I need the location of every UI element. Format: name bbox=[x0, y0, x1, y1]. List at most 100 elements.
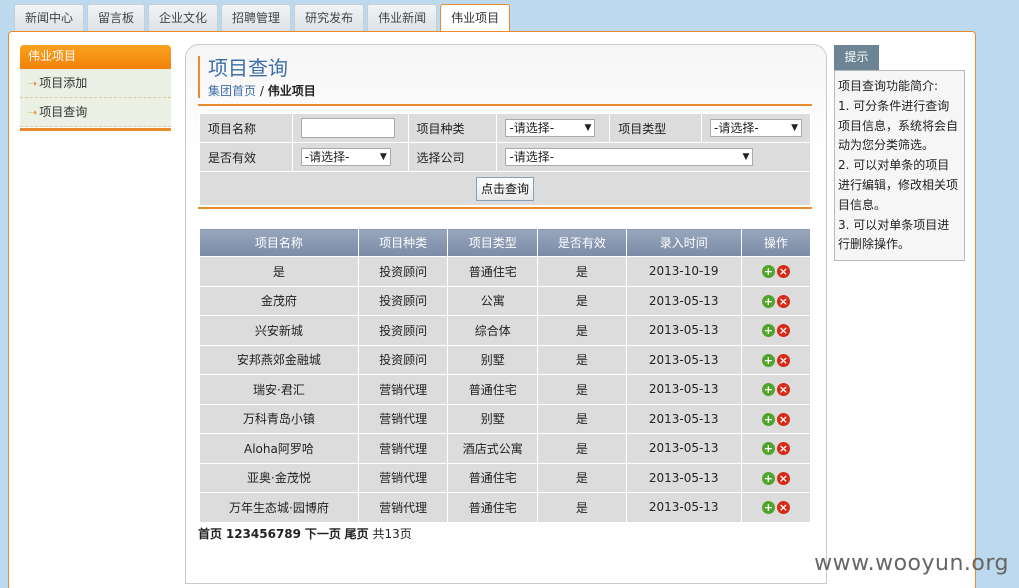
sidebar-item-label: 项目查询 bbox=[39, 105, 88, 119]
table-cell: 别墅 bbox=[447, 403, 539, 434]
edit-add-icon[interactable]: + bbox=[761, 412, 775, 426]
table-cell: 投资顾问 bbox=[357, 315, 449, 346]
table-cell: 普通住宅 bbox=[447, 374, 539, 405]
row-actions: + × bbox=[740, 433, 812, 464]
is-valid-select[interactable]: -请选择- ▼ bbox=[300, 148, 391, 166]
row-actions: + × bbox=[740, 403, 812, 434]
table-row: 兴安新城 投资顾问 综合体是 2013-05-13 + × bbox=[199, 315, 812, 346]
search-submit-button[interactable]: 点击查询 bbox=[475, 176, 534, 201]
delete-icon[interactable]: × bbox=[776, 412, 790, 426]
edit-add-icon[interactable]: + bbox=[761, 294, 775, 308]
pager-last-link[interactable]: 尾页 bbox=[345, 527, 369, 541]
table-row: 亚奥·金茂悦 营销代理 普通住宅是 2013-05-13 + × bbox=[199, 462, 812, 493]
edit-add-icon[interactable]: + bbox=[761, 471, 775, 485]
breadcrumb-home[interactable]: 集团首页 bbox=[208, 84, 256, 98]
tab-6[interactable]: 伟业项目 bbox=[440, 4, 511, 33]
project-kind-select[interactable]: -请选择- ▼ bbox=[505, 119, 596, 137]
sidebar-title: 伟业项目 bbox=[20, 45, 171, 69]
tab-0[interactable]: 新闻中心 bbox=[14, 4, 85, 31]
table-cell: 2013-05-13 bbox=[625, 403, 742, 434]
table-cell: 营销代理 bbox=[357, 492, 449, 523]
sidebar-item-label: 项目添加 bbox=[39, 76, 88, 90]
delete-icon[interactable]: × bbox=[776, 501, 790, 515]
table-cell: 营销代理 bbox=[357, 433, 449, 464]
sidebar-item-query-project[interactable]: ➝ 项目查询 bbox=[20, 98, 171, 127]
top-tab-bar: 新闻中心 留言板 企业文化 招聘管理 研究发布 伟业新闻 伟业项目 bbox=[14, 4, 511, 33]
table-cell: 酒店式公寓 bbox=[447, 433, 539, 464]
page-title: 项目查询 bbox=[208, 56, 288, 80]
search-form: 项目名称 项目种类 -请选择- ▼ 项目类型 -请选择- ▼ 是否有效 -请选择- ▼… bbox=[199, 113, 811, 206]
results-table: 项目名称 项目种类 项目类型 是否有效 录入时间 操作 是投资顾问 普通住宅是 2013-10… bbox=[199, 228, 812, 523]
table-cell: 营销代理 bbox=[357, 374, 449, 405]
column-header: 是否有效 bbox=[537, 228, 627, 257]
sidebar-divider bbox=[20, 128, 171, 131]
delete-icon[interactable]: × bbox=[776, 471, 790, 485]
table-row: 是投资顾问 普通住宅是 2013-10-19 + × bbox=[199, 256, 812, 287]
type-label: 项目类型 bbox=[609, 113, 702, 143]
company-select[interactable]: -请选择- ▼ bbox=[505, 148, 754, 166]
breadcrumb-current: 伟业项目 bbox=[267, 84, 316, 98]
pager-total: 共13页 bbox=[372, 527, 412, 541]
table-cell: 2013-05-13 bbox=[625, 374, 742, 405]
tab-4[interactable]: 研究发布 bbox=[294, 4, 365, 31]
kind-label: 项目种类 bbox=[407, 113, 498, 143]
chevron-down-icon: ▼ bbox=[379, 152, 387, 162]
arrow-right-icon: ➝ bbox=[28, 77, 38, 90]
company-label: 选择公司 bbox=[407, 142, 498, 172]
tab-5[interactable]: 伟业新闻 bbox=[367, 4, 438, 31]
delete-icon[interactable]: × bbox=[776, 294, 790, 308]
row-actions: + × bbox=[740, 462, 812, 493]
table-cell: 是 bbox=[537, 344, 627, 375]
header-divider bbox=[198, 104, 812, 106]
select-value: -请选择- bbox=[509, 150, 555, 164]
pager-first-link[interactable]: 首页 bbox=[198, 527, 222, 541]
tip-content: 项目查询功能简介: 1. 可分条件进行查询项目信息，系统将会自动为您分类筛选。 … bbox=[834, 70, 965, 261]
select-value: -请选择- bbox=[509, 121, 555, 135]
form-divider bbox=[198, 207, 812, 209]
table-cell: 是 bbox=[537, 374, 627, 405]
delete-icon[interactable]: × bbox=[776, 265, 790, 279]
chevron-down-icon: ▼ bbox=[791, 123, 798, 133]
row-actions: + × bbox=[740, 374, 812, 405]
edit-add-icon[interactable]: + bbox=[761, 442, 775, 456]
table-cell: 普通住宅 bbox=[447, 492, 539, 523]
table-cell: 投资顾问 bbox=[357, 344, 449, 375]
chevron-down-icon: ▼ bbox=[742, 152, 750, 162]
table-row: Aloha阿罗哈 营销代理 酒店式公寓是 2013-05-13 + × bbox=[199, 433, 812, 464]
edit-add-icon[interactable]: + bbox=[761, 353, 775, 367]
table-cell: 综合体 bbox=[447, 315, 539, 346]
table-cell: 是 bbox=[537, 462, 627, 493]
edit-add-icon[interactable]: + bbox=[761, 324, 775, 338]
row-actions: + × bbox=[740, 285, 812, 316]
table-cell: 投资顾问 bbox=[357, 285, 449, 316]
table-cell: 万年生态城·园博府 bbox=[199, 492, 359, 523]
pager-page-links[interactable]: 123456789 bbox=[226, 527, 301, 541]
tab-3[interactable]: 招聘管理 bbox=[221, 4, 292, 31]
table-cell: 2013-10-19 bbox=[625, 256, 742, 287]
valid-label: 是否有效 bbox=[199, 142, 293, 172]
table-cell: 是 bbox=[537, 285, 627, 316]
tab-1[interactable]: 留言板 bbox=[87, 4, 146, 31]
sidebar-item-add-project[interactable]: ➝ 项目添加 bbox=[20, 69, 171, 98]
row-actions: + × bbox=[740, 256, 812, 287]
project-type-select[interactable]: -请选择- ▼ bbox=[710, 119, 802, 137]
delete-icon[interactable]: × bbox=[776, 383, 790, 397]
delete-icon[interactable]: × bbox=[776, 324, 790, 338]
table-row: 瑞安·君汇 营销代理 普通住宅是 2013-05-13 + × bbox=[199, 374, 812, 405]
edit-add-icon[interactable]: + bbox=[761, 501, 775, 515]
breadcrumb: 集团首页 / 伟业项目 bbox=[208, 82, 316, 99]
table-cell: 是 bbox=[199, 256, 359, 287]
table-cell: 是 bbox=[537, 433, 627, 464]
pager-next-link[interactable]: 下一页 bbox=[305, 527, 341, 541]
project-name-input[interactable] bbox=[300, 118, 395, 138]
column-header: 项目种类 bbox=[357, 228, 449, 257]
tab-2[interactable]: 企业文化 bbox=[148, 4, 219, 31]
edit-add-icon[interactable]: + bbox=[761, 265, 775, 279]
table-cell: 金茂府 bbox=[199, 285, 359, 316]
row-actions: + × bbox=[740, 492, 812, 523]
edit-add-icon[interactable]: + bbox=[761, 383, 775, 397]
table-cell: 是 bbox=[537, 492, 627, 523]
table-cell: 亚奥·金茂悦 bbox=[199, 462, 359, 493]
delete-icon[interactable]: × bbox=[776, 353, 790, 367]
delete-icon[interactable]: × bbox=[776, 442, 790, 456]
